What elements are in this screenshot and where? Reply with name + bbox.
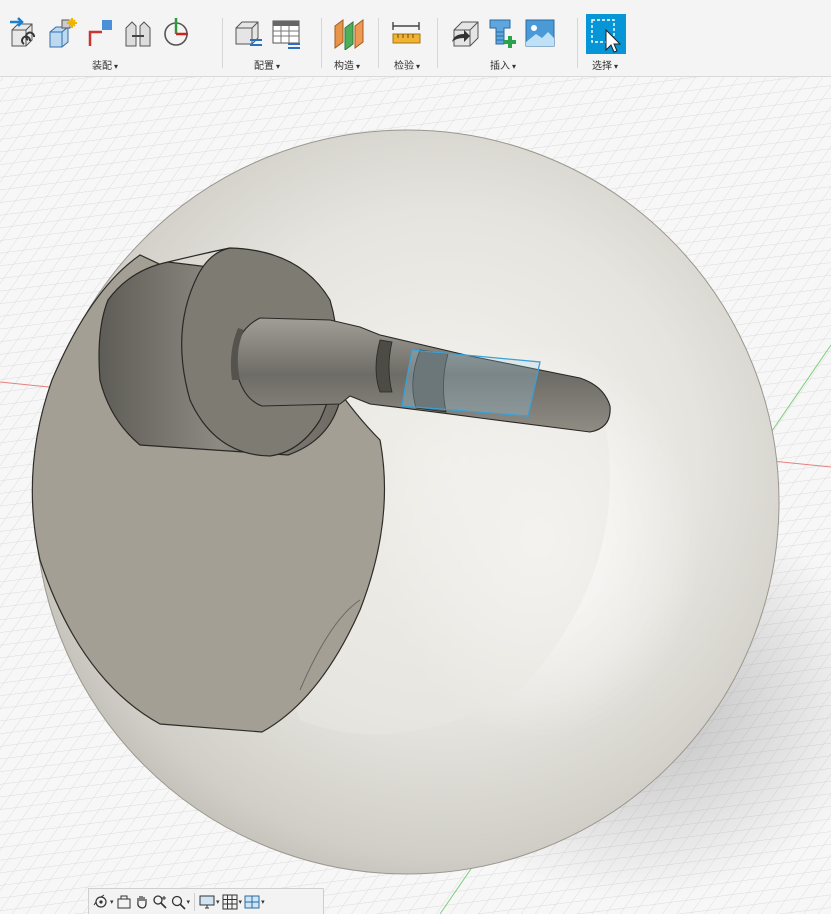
insert-label: 插入 xyxy=(490,61,510,72)
insert-mcmaster-button[interactable] xyxy=(486,14,518,54)
drive-joints-icon xyxy=(164,18,188,46)
select-menu[interactable]: 选择 ▾ xyxy=(592,57,618,72)
select-button[interactable] xyxy=(586,14,626,54)
as-built-joint-button[interactable] xyxy=(84,14,116,54)
new-component-icon xyxy=(10,17,35,47)
assemble-group: 装配 ▾ xyxy=(8,0,218,76)
offset-plane-icon xyxy=(334,19,364,50)
viewports-caret-icon: ▾ xyxy=(261,898,265,906)
navbar-separator xyxy=(194,892,196,911)
configuration-table-button[interactable] xyxy=(270,14,302,54)
zoom-button[interactable] xyxy=(152,891,168,913)
grid-caret-icon: ▾ xyxy=(238,898,243,906)
pan-button[interactable] xyxy=(134,891,150,913)
fit-icon xyxy=(171,895,186,910)
insert-derive-button[interactable] xyxy=(448,14,480,54)
orbit-icon xyxy=(93,894,107,908)
configure-button[interactable] xyxy=(232,14,264,54)
construct-label: 构造 xyxy=(334,61,354,72)
3d-viewport[interactable] xyxy=(0,77,831,914)
configure-menu[interactable]: 配置 ▾ xyxy=(254,57,280,72)
joint-button[interactable] xyxy=(46,14,78,54)
select-label: 选择 xyxy=(592,61,612,72)
fit-button[interactable]: ▾ xyxy=(170,891,191,913)
display-settings-button[interactable]: ▾ xyxy=(199,891,220,913)
assemble-menu[interactable]: 装配 ▾ xyxy=(92,57,118,72)
joint-icon xyxy=(49,18,77,48)
insert-group: 插入 ▾ xyxy=(448,0,572,76)
display-caret-icon: ▾ xyxy=(216,898,220,906)
insert-derive-icon xyxy=(452,21,479,47)
inspect-group: 检验 ▾ xyxy=(390,0,430,76)
construct-caret-icon: ▾ xyxy=(356,62,361,71)
new-component-button[interactable] xyxy=(8,14,40,54)
configure-group: 配置 ▾ xyxy=(232,0,312,76)
select-caret-icon: ▾ xyxy=(614,62,619,71)
viewports-icon xyxy=(244,895,260,908)
offset-plane-button[interactable] xyxy=(332,14,364,54)
configure-label: 配置 xyxy=(254,61,274,72)
grid-settings-icon xyxy=(222,894,238,909)
viewports-button[interactable]: ▾ xyxy=(244,891,265,913)
insert-menu[interactable]: 插入 ▾ xyxy=(490,57,516,72)
construct-menu[interactable]: 构造 ▾ xyxy=(334,57,360,72)
pan-icon xyxy=(136,895,147,909)
drive-joints-button[interactable] xyxy=(160,14,192,54)
assemble-caret-icon: ▾ xyxy=(114,62,119,71)
insert-canvas-button[interactable] xyxy=(524,14,556,54)
select-group: 选择 ▾ xyxy=(586,0,630,76)
measure-button[interactable] xyxy=(390,14,422,54)
display-settings-icon xyxy=(199,895,215,908)
grid-settings-button[interactable]: ▾ xyxy=(222,891,243,913)
navigation-bar: ▾ ▾ ▾ ▾ ▾ xyxy=(88,888,324,914)
toolbar-separator xyxy=(437,18,438,68)
inspect-menu[interactable]: 检验 ▾ xyxy=(394,57,420,72)
rigid-group-icon xyxy=(125,21,151,47)
insert-caret-icon: ▾ xyxy=(512,62,517,71)
look-at-icon xyxy=(117,895,131,908)
insert-mcmaster-icon xyxy=(489,19,516,48)
toolbar: 装配 ▾ 配置 ▾ 构造 ▾ 检验 ▾ 插入 ▾ 选择 ▾ xyxy=(0,0,831,77)
inspect-caret-icon: ▾ xyxy=(416,62,421,71)
measure-icon xyxy=(392,22,421,44)
toolbar-separator xyxy=(222,18,223,68)
viewport-canvas[interactable] xyxy=(0,77,831,914)
toolbar-separator xyxy=(577,18,578,68)
configure-icon xyxy=(235,21,262,46)
configuration-table-icon xyxy=(272,20,300,49)
toolbar-separator xyxy=(321,18,322,68)
construct-group: 构造 ▾ xyxy=(332,0,372,76)
insert-canvas-icon xyxy=(525,19,555,47)
select-icon xyxy=(586,14,626,54)
orbit-caret-icon: ▾ xyxy=(110,898,114,906)
zoom-icon xyxy=(152,894,167,909)
as-built-joint-icon xyxy=(88,20,112,46)
selection-highlight xyxy=(401,349,541,417)
look-at-button[interactable] xyxy=(116,891,132,913)
assemble-label: 装配 xyxy=(92,61,112,72)
orbit-button[interactable]: ▾ xyxy=(93,891,114,913)
fit-caret-icon: ▾ xyxy=(186,898,191,906)
inspect-label: 检验 xyxy=(394,61,414,72)
toolbar-separator xyxy=(378,18,379,68)
rigid-group-button[interactable] xyxy=(122,14,154,54)
configure-caret-icon: ▾ xyxy=(276,62,281,71)
